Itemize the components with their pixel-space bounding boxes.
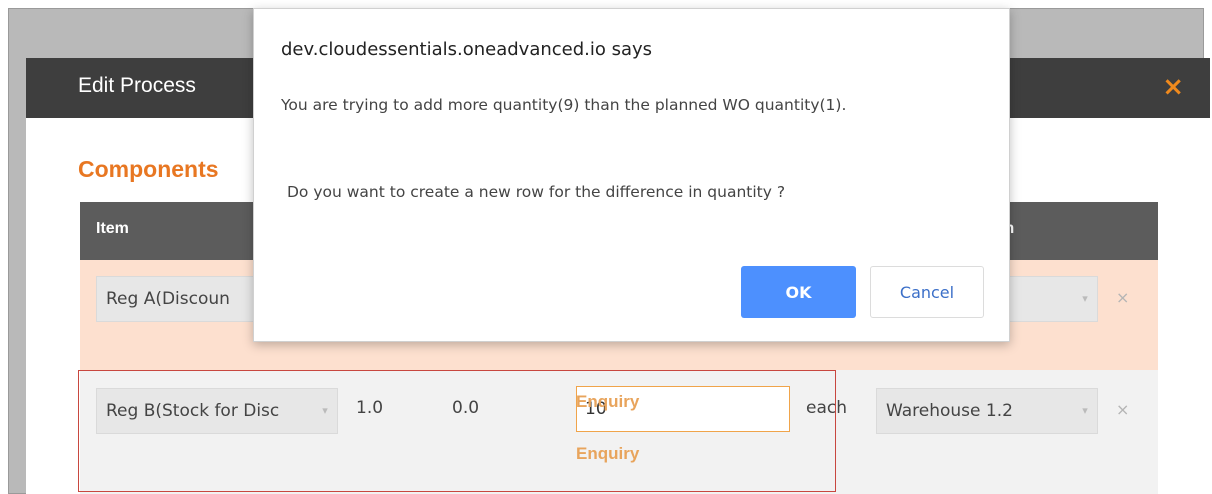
item-select[interactable]: Reg B(Stock for Disc ▾ [96, 388, 338, 434]
dialog-message: You are trying to add more quantity(9) t… [281, 96, 847, 114]
unit-of-measure: each [806, 398, 847, 418]
cancel-button[interactable]: Cancel [870, 266, 984, 318]
enquiry-link[interactable]: Enquiry [576, 392, 639, 412]
chevron-down-icon[interactable]: ▾ [1073, 277, 1097, 321]
used-quantity: 0.0 [452, 398, 480, 418]
enquiry-link[interactable]: Enquiry [576, 444, 639, 464]
item-select-value: Reg B(Stock for Disc [106, 401, 280, 421]
column-header-item: Item [96, 220, 129, 237]
modal-title: Edit Process [78, 74, 196, 97]
ok-button[interactable]: OK [741, 266, 856, 318]
warehouse-select[interactable]: Warehouse 1.2 ▾ [876, 388, 1098, 434]
chevron-down-icon[interactable]: ▾ [1073, 389, 1097, 433]
warehouse-select-value: Warehouse 1.2 [886, 401, 1013, 421]
planned-quantity: 1.0 [356, 398, 384, 418]
section-title-components: Components [78, 156, 219, 182]
browser-confirm-dialog: dev.cloudessentials.oneadvanced.io says … [253, 8, 1010, 342]
table-row: Reg B(Stock for Disc ▾ 1.0 0.0 Enquiry e… [80, 370, 1158, 494]
dialog-question: Do you want to create a new row for the … [287, 183, 786, 201]
dialog-title: dev.cloudessentials.oneadvanced.io says [281, 39, 653, 60]
remove-row-icon[interactable]: × [1116, 400, 1129, 419]
chevron-down-icon[interactable]: ▾ [313, 389, 337, 433]
remove-row-icon[interactable]: × [1116, 288, 1129, 307]
close-icon[interactable]: × [1162, 72, 1184, 102]
item-select-value: Reg A(Discoun [106, 289, 230, 309]
